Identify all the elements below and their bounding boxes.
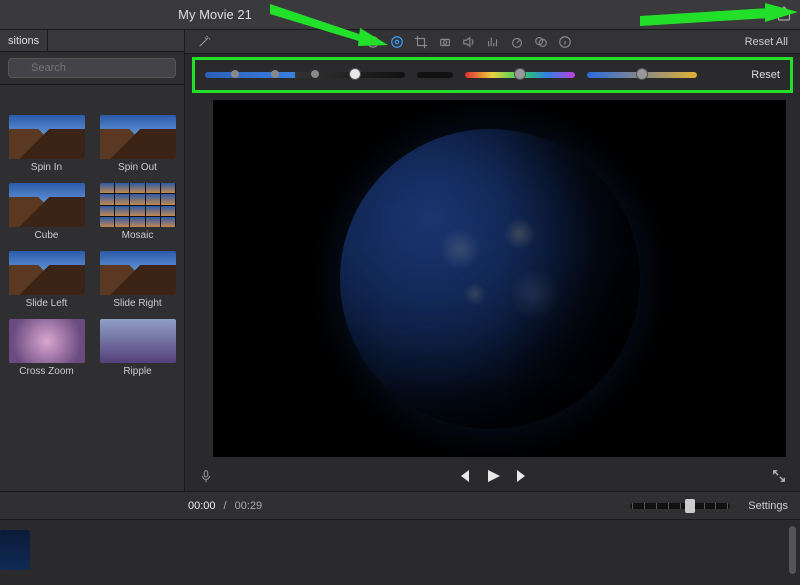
timeline-scrollbar[interactable] xyxy=(789,526,796,574)
playback-row xyxy=(185,461,800,491)
time-duration: 00:29 xyxy=(235,500,263,512)
transition-label: Spin Out xyxy=(97,162,178,173)
fullscreen-icon[interactable] xyxy=(772,469,786,483)
volume-icon[interactable] xyxy=(462,35,476,49)
transition-item[interactable]: Ripple xyxy=(97,319,178,377)
viewer-panel: Reset All Reset xyxy=(185,30,800,491)
prev-frame-icon[interactable] xyxy=(455,468,471,484)
play-icon[interactable] xyxy=(485,468,501,484)
exposure-slider[interactable] xyxy=(205,72,405,78)
title-bar: My Movie 21 xyxy=(0,0,800,30)
color-adjust-row: Reset xyxy=(195,60,790,90)
transitions-grid: Spin In Spin Out Cube Mosaic Slide Left Slide… xyxy=(0,85,184,383)
timeline-track[interactable] xyxy=(0,520,800,580)
transition-label: Mosaic xyxy=(97,230,178,241)
preview-frame xyxy=(340,129,640,429)
transition-label: Ripple xyxy=(97,366,178,377)
transition-thumb xyxy=(100,319,176,363)
search-input[interactable] xyxy=(8,58,176,78)
transition-item[interactable]: Slide Left xyxy=(6,251,87,309)
transition-label: Cross Zoom xyxy=(6,366,87,377)
inspector-toolbar: Reset All xyxy=(185,30,800,54)
time-separator: / xyxy=(224,500,227,512)
tab-transitions[interactable]: sitions xyxy=(0,30,48,51)
info-icon[interactable] xyxy=(558,35,572,49)
transition-thumb xyxy=(100,251,176,295)
zoom-slider[interactable] xyxy=(630,503,730,509)
crop-icon[interactable] xyxy=(414,35,428,49)
main-area: sitions Spin In Spin Out Cube Mosaic Slide L… xyxy=(0,30,800,492)
transition-thumb xyxy=(9,115,85,159)
contrast-slider[interactable] xyxy=(417,72,453,78)
transition-thumb xyxy=(9,319,85,363)
sidebar-search xyxy=(0,52,184,85)
transition-item[interactable]: Spin In xyxy=(6,115,87,173)
transition-item[interactable]: Cross Zoom xyxy=(6,319,87,377)
transition-label: Spin In xyxy=(6,162,87,173)
transition-item[interactable]: Mosaic xyxy=(97,183,178,241)
next-frame-icon[interactable] xyxy=(515,468,531,484)
temperature-slider[interactable] xyxy=(587,72,697,78)
auto-enhance-icon[interactable] xyxy=(366,35,380,49)
reset-all-button[interactable]: Reset All xyxy=(745,36,788,48)
color-wheel-icon[interactable] xyxy=(390,35,404,49)
transition-item[interactable]: Cube xyxy=(6,183,87,241)
filter-icon[interactable] xyxy=(534,35,548,49)
transition-label: Cube xyxy=(6,230,87,241)
sidebar-tabs: sitions xyxy=(0,30,184,52)
share-icon[interactable] xyxy=(776,6,792,22)
settings-button[interactable]: Settings xyxy=(748,500,788,512)
transition-item[interactable]: Slide Right xyxy=(97,251,178,309)
time-current: 00:00 xyxy=(188,500,216,512)
timeline-header: 00:00 / 00:29 Settings xyxy=(0,492,800,520)
project-title: My Movie 21 xyxy=(0,7,800,22)
reset-button[interactable]: Reset xyxy=(751,69,780,81)
transition-thumb xyxy=(100,183,176,227)
stabilize-icon[interactable] xyxy=(438,35,452,49)
transition-item[interactable]: Spin Out xyxy=(97,115,178,173)
speed-icon[interactable] xyxy=(510,35,524,49)
transition-thumb xyxy=(9,183,85,227)
preview-viewport[interactable] xyxy=(213,100,786,457)
sidebar: sitions Spin In Spin Out Cube Mosaic Slide L… xyxy=(0,30,185,491)
magic-wand-icon[interactable] xyxy=(197,35,211,49)
transition-label: Slide Left xyxy=(6,298,87,309)
transition-thumb xyxy=(100,115,176,159)
saturation-slider[interactable] xyxy=(465,72,575,78)
equalizer-icon[interactable] xyxy=(486,35,500,49)
transition-label: Slide Right xyxy=(97,298,178,309)
transition-thumb xyxy=(9,251,85,295)
timeline-clip[interactable] xyxy=(0,530,30,570)
